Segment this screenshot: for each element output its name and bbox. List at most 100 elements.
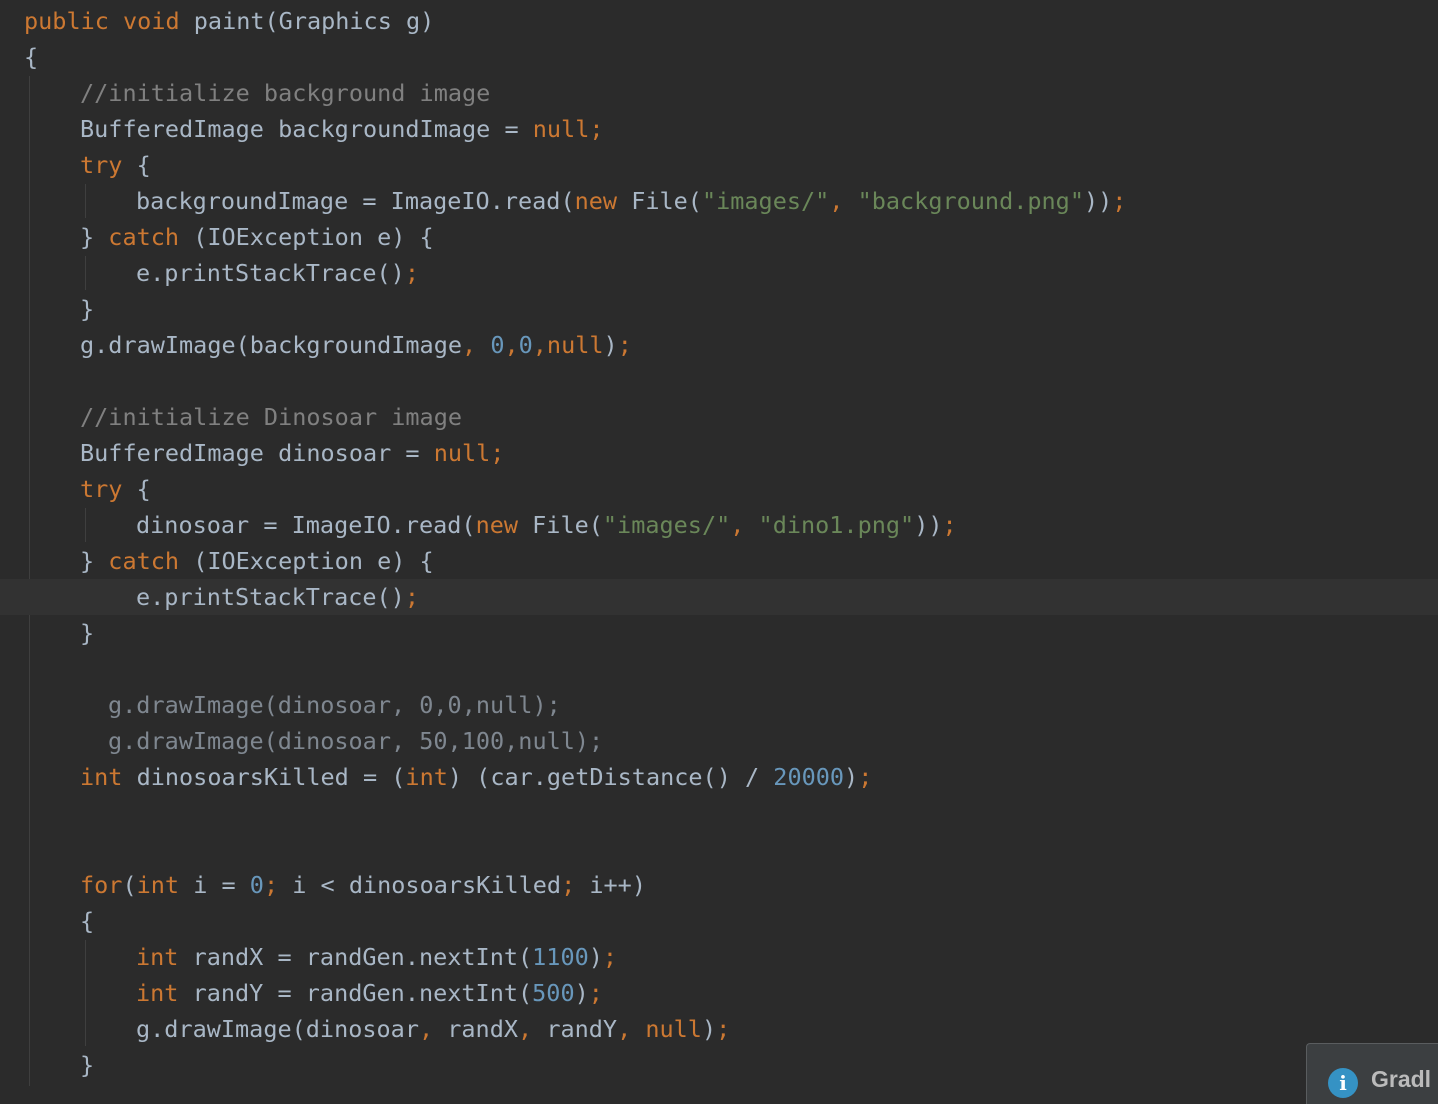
code-token: catch bbox=[108, 547, 194, 575]
code-line[interactable]: { bbox=[0, 903, 1438, 939]
code-token: ; bbox=[858, 763, 873, 791]
code-line-text: try { bbox=[80, 471, 151, 507]
code-line[interactable]: e.printStackTrace(); bbox=[0, 255, 1438, 291]
code-line[interactable]: public void paint(Graphics g) bbox=[0, 3, 1438, 39]
code-line-text: BufferedImage backgroundImage = null; bbox=[80, 111, 604, 147]
code-line[interactable]: } catch (IOException e) { bbox=[0, 219, 1438, 255]
code-token: randY bbox=[546, 1015, 618, 1043]
code-token: } bbox=[80, 1051, 95, 1079]
code-token: try bbox=[80, 151, 137, 179]
code-token: g.drawImage(dinosoar bbox=[136, 1015, 419, 1043]
code-token: , bbox=[418, 1015, 448, 1043]
code-token: dinosoar = ImageIO.read( bbox=[136, 511, 476, 539]
code-line[interactable]: } bbox=[0, 1047, 1438, 1083]
code-line-text: try { bbox=[80, 147, 151, 183]
code-token: 1100 bbox=[532, 943, 589, 971]
code-token: new bbox=[475, 511, 533, 539]
code-line-text: int randX = randGen.nextInt(1100); bbox=[136, 939, 617, 975]
code-token: randY = randGen.nextInt( bbox=[192, 979, 533, 1007]
code-line-text: public void paint(Graphics g) bbox=[24, 3, 434, 39]
code-token: File( bbox=[532, 511, 603, 539]
code-token: ; bbox=[588, 979, 603, 1007]
code-token: null bbox=[645, 1015, 702, 1043]
code-line[interactable]: { bbox=[0, 39, 1438, 75]
code-line-text: BufferedImage dinosoar = null; bbox=[80, 435, 504, 471]
code-line[interactable]: g.drawImage(dinosoar, 0,0,null); bbox=[0, 687, 1438, 723]
code-token: , bbox=[462, 331, 491, 359]
code-line[interactable]: backgroundImage = ImageIO.read(new File(… bbox=[0, 183, 1438, 219]
code-token: int bbox=[136, 871, 194, 899]
code-line[interactable]: } bbox=[0, 291, 1438, 327]
code-token: 0 bbox=[249, 871, 264, 899]
gradle-notification-balloon[interactable]: i Gradl bbox=[1306, 1043, 1438, 1104]
code-token: , bbox=[829, 187, 858, 215]
code-token: 0 bbox=[518, 331, 533, 359]
code-token: null; bbox=[532, 115, 604, 143]
code-line[interactable]: int randY = randGen.nextInt(500); bbox=[0, 975, 1438, 1011]
code-token: for bbox=[80, 871, 123, 899]
code-line[interactable]: g.drawImage(backgroundImage, 0,0,null); bbox=[0, 327, 1438, 363]
code-line[interactable]: int dinosoarsKilled = (int) (car.getDist… bbox=[0, 759, 1438, 795]
code-token: (IOException e) { bbox=[193, 547, 434, 575]
code-line[interactable] bbox=[0, 831, 1438, 867]
code-token: "images/" bbox=[602, 511, 731, 539]
code-line[interactable]: } catch (IOException e) { bbox=[0, 543, 1438, 579]
code-line[interactable]: dinosoar = ImageIO.read(new File("images… bbox=[0, 507, 1438, 543]
code-line-text: backgroundImage = ImageIO.read(new File(… bbox=[136, 183, 1126, 219]
code-token: ) bbox=[574, 979, 589, 1007]
code-token: "background.png" bbox=[857, 187, 1084, 215]
code-line-text: } catch (IOException e) { bbox=[80, 219, 434, 255]
code-token: , bbox=[617, 1015, 646, 1043]
code-token: { bbox=[136, 151, 151, 179]
code-token: BufferedImage backgroundImage = bbox=[80, 115, 533, 143]
code-line[interactable] bbox=[0, 651, 1438, 687]
code-editor[interactable]: public void paint(Graphics g) {//initiali… bbox=[0, 0, 1438, 1086]
code-line[interactable]: e.printStackTrace(); bbox=[0, 579, 1438, 615]
code-line[interactable]: g.drawImage(dinosoar, 50,100,null); bbox=[0, 723, 1438, 759]
code-line[interactable]: for(int i = 0; i < dinosoarsKilled; i++) bbox=[0, 867, 1438, 903]
code-line[interactable]: BufferedImage backgroundImage = null; bbox=[0, 111, 1438, 147]
code-line[interactable]: //initialize background image bbox=[0, 75, 1438, 111]
code-line[interactable] bbox=[0, 795, 1438, 831]
code-line-text: dinosoar = ImageIO.read(new File("images… bbox=[136, 507, 957, 543]
code-token: 500 bbox=[532, 979, 575, 1007]
code-token: //initialize Dinosoar image bbox=[80, 403, 463, 431]
code-token: ,null bbox=[532, 331, 604, 359]
code-token: ; bbox=[716, 1015, 731, 1043]
code-token: ; bbox=[1112, 187, 1127, 215]
code-line[interactable]: try { bbox=[0, 471, 1438, 507]
code-token: int bbox=[405, 763, 448, 791]
code-line[interactable] bbox=[0, 363, 1438, 399]
code-token: g.drawImage(backgroundImage bbox=[80, 331, 463, 359]
code-token: e.printStackTrace() bbox=[136, 583, 405, 611]
code-line[interactable]: int randX = randGen.nextInt(1100); bbox=[0, 939, 1438, 975]
code-line-text: { bbox=[24, 39, 38, 75]
code-token: ) (car.getDistance() / bbox=[447, 763, 774, 791]
code-line-text: g.drawImage(dinosoar, 50,100,null); bbox=[108, 723, 603, 759]
code-line[interactable]: //initialize Dinosoar image bbox=[0, 399, 1438, 435]
code-line[interactable]: BufferedImage dinosoar = null; bbox=[0, 435, 1438, 471]
code-token: , bbox=[504, 331, 519, 359]
code-line-text: } bbox=[80, 291, 94, 327]
code-token: g.drawImage(dinosoar, 0,0,null); bbox=[108, 691, 561, 719]
code-line-text: int dinosoarsKilled = (int) (car.getDist… bbox=[80, 759, 872, 795]
code-line-text: g.drawImage(backgroundImage, 0,0,null); bbox=[80, 327, 632, 363]
code-token: randX = randGen.nextInt( bbox=[192, 943, 533, 971]
code-token: , bbox=[518, 1015, 547, 1043]
notification-title[interactable]: Gradl bbox=[1371, 1066, 1431, 1093]
code-line[interactable]: try { bbox=[0, 147, 1438, 183]
code-line-text: e.printStackTrace(); bbox=[136, 579, 419, 615]
code-token: "images/" bbox=[701, 187, 830, 215]
code-token: ) bbox=[844, 763, 859, 791]
info-icon: i bbox=[1328, 1068, 1358, 1098]
code-token: ( bbox=[122, 871, 137, 899]
code-token: catch bbox=[108, 223, 194, 251]
code-line[interactable]: } bbox=[0, 615, 1438, 651]
code-token: ; bbox=[404, 259, 419, 287]
code-token: e.printStackTrace() bbox=[136, 259, 405, 287]
code-token: ; bbox=[404, 583, 419, 611]
code-line[interactable]: g.drawImage(dinosoar, randX, randY, null… bbox=[0, 1011, 1438, 1047]
code-line-text: g.drawImage(dinosoar, 0,0,null); bbox=[108, 687, 561, 723]
code-line-text: //initialize background image bbox=[80, 75, 490, 111]
code-token: null; bbox=[433, 439, 505, 467]
